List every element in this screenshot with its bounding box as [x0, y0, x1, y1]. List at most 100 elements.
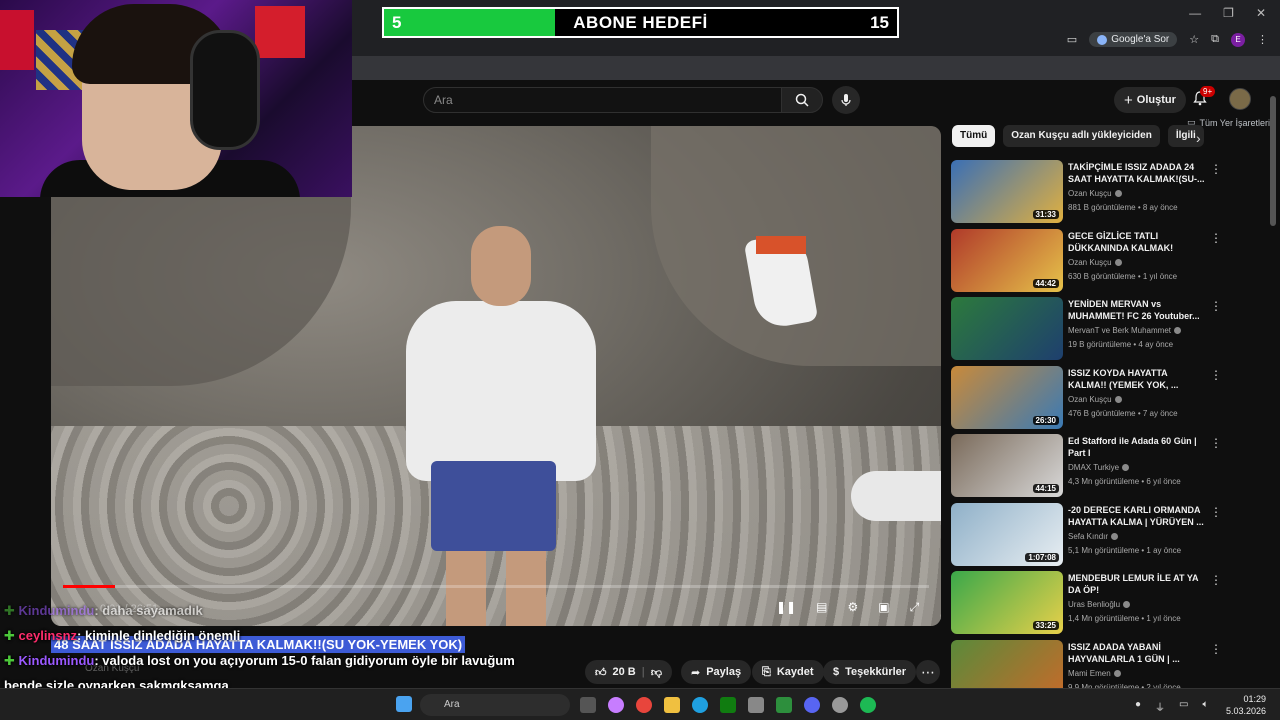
bookmark-star-icon[interactable]: ☆ — [1189, 33, 1199, 46]
recommended-channel[interactable]: Sefa Kındır — [1068, 532, 1119, 541]
cast-icon[interactable]: ▭ — [1067, 33, 1077, 46]
video-duration: 44:15 — [1032, 484, 1059, 493]
video-thumbnail[interactable]: 33:25 — [951, 571, 1063, 634]
recommended-channel[interactable]: Mami Emen — [1068, 669, 1121, 678]
omnibox-actions: ▭ Google'a Sor ☆ ⧉ E ⋮ — [1067, 32, 1268, 47]
recommended-title[interactable]: -20 DERECE KARLI ORMANDA HAYATTA KALMA |… — [1068, 504, 1208, 528]
more-options-icon[interactable]: ⋮ — [1210, 642, 1222, 656]
recommended-video[interactable]: 44:15 Ed Stafford ile Adada 60 Gün | Par… — [951, 434, 1222, 503]
xbox-icon[interactable] — [720, 697, 736, 713]
minimize-button[interactable]: — — [1189, 6, 1201, 20]
recommended-channel[interactable]: DMAX Turkiye — [1068, 463, 1130, 472]
like-dislike-group: 👍︎ 20 B | 👎︎ — [585, 660, 672, 684]
recommended-title[interactable]: YENİDEN MERVAN vs MUHAMMET! FC 26 Youtub… — [1068, 298, 1208, 322]
recommended-title[interactable]: MENDEBUR LEMUR İLE AT YA DA ÖP! — [1068, 572, 1208, 596]
steam-icon[interactable] — [832, 697, 848, 713]
browser-menu-icon[interactable]: ⋮ — [1257, 33, 1268, 46]
search-button[interactable] — [781, 87, 823, 113]
chat-message: ✚ ceylinsnz: kiminle dinlediğin önemli — [4, 628, 240, 644]
chat-username[interactable]: ceylinsnz — [19, 628, 78, 643]
maximize-button[interactable]: ❐ — [1223, 6, 1234, 20]
video-player[interactable] — [51, 126, 941, 626]
recommended-channel[interactable]: Uras Benlioğlu — [1068, 600, 1131, 609]
video-thumbnail[interactable]: 44:42 — [951, 228, 1063, 292]
more-options-icon[interactable]: ⋮ — [1210, 299, 1222, 313]
more-options-icon[interactable]: ⋮ — [1210, 162, 1222, 176]
usb-icon[interactable]: ⏚ — [1155, 699, 1165, 714]
chat-text: : kiminle dinlediğin önemli — [77, 628, 241, 643]
ask-google-button[interactable]: Google'a Sor — [1089, 32, 1178, 47]
more-options-icon[interactable]: ⋮ — [1210, 505, 1222, 519]
search-input[interactable]: Ara — [423, 87, 782, 113]
voice-search-button[interactable] — [832, 86, 860, 114]
video-thumbnail[interactable] — [951, 297, 1063, 360]
copilot-icon[interactable] — [608, 697, 624, 713]
miniplayer-icon[interactable]: ▣ — [878, 600, 889, 615]
create-button[interactable]: + Oluştur — [1114, 87, 1186, 113]
notifications-button[interactable]: 9+ — [1192, 86, 1216, 111]
recommended-title[interactable]: ISSIZ KOYDA HAYATTA KALMA!! (YEMEK YOK, … — [1068, 367, 1208, 391]
chrome-icon[interactable] — [636, 697, 652, 713]
chip-all[interactable]: Tümü — [952, 125, 996, 147]
chevron-right-icon[interactable]: › — [1196, 130, 1201, 146]
volume-icon[interactable]: 🔈︎ — [1203, 699, 1209, 714]
dislike-button[interactable]: 👎︎ — [651, 666, 662, 679]
more-options-icon[interactable]: ⋮ — [1210, 573, 1222, 587]
more-options-icon[interactable]: ⋮ — [1210, 436, 1222, 450]
thanks-button[interactable]: $ Teşekkürler — [823, 660, 917, 684]
verified-icon — [1123, 601, 1131, 609]
chat-username[interactable]: Kindumindu — [19, 653, 95, 668]
video-progress-bar[interactable] — [63, 585, 929, 588]
extensions-icon[interactable]: ⧉ — [1211, 33, 1219, 46]
profile-avatar[interactable]: E — [1231, 32, 1245, 47]
store-icon[interactable] — [748, 697, 764, 713]
recommended-video[interactable]: 1:07:08 -20 DERECE KARLI ORMANDA HAYATTA… — [951, 502, 1222, 572]
recommended-video[interactable]: 31:33 TAKİPÇİMLE ISSIZ ADADA 24 SAAT HAY… — [951, 160, 1222, 229]
video-thumbnail[interactable]: 31:33 — [951, 160, 1063, 223]
recommended-video[interactable]: 26:30 ISSIZ KOYDA HAYATTA KALMA!! (YEMEK… — [951, 365, 1222, 435]
fullscreen-icon[interactable]: ⤢ — [910, 600, 920, 615]
more-options-icon[interactable]: ⋮ — [1210, 231, 1222, 245]
network-icon[interactable]: ▭ — [1179, 699, 1188, 714]
pause-icon[interactable]: ❚❚ — [776, 600, 796, 615]
video-thumbnail[interactable]: 1:07:08 — [951, 502, 1063, 566]
recommended-channel[interactable]: Ozan Kuşçu — [1068, 189, 1122, 198]
recommended-video[interactable]: YENİDEN MERVAN vs MUHAMMET! FC 26 Youtub… — [951, 297, 1222, 366]
taskbar-search-input[interactable]: Ara — [420, 694, 570, 716]
save-button[interactable]: ⎘ Kaydet — [752, 660, 824, 684]
recommended-title[interactable]: ISSIZ ADADA YABANİ HAYVANLARLA 1 GÜN | .… — [1068, 641, 1208, 665]
thanks-label: Teşekkürler — [845, 666, 907, 678]
discord-icon[interactable] — [804, 697, 820, 713]
recommended-channel[interactable]: Ozan Kuşçu — [1068, 395, 1122, 404]
save-icon: ⎘ — [762, 665, 771, 678]
windows-start-icon[interactable] — [396, 696, 412, 712]
spotify-icon[interactable] — [860, 697, 876, 713]
share-button[interactable]: ➦ Paylaş — [681, 660, 752, 684]
scrollbar-thumb[interactable] — [1270, 96, 1276, 226]
recommended-video[interactable]: 44:42 GECE GİZLİCE TATLI DÜKKANINDA KALM… — [951, 228, 1222, 298]
edge-icon[interactable] — [692, 697, 708, 713]
chat-username[interactable]: Kindumindu — [19, 603, 95, 618]
video-thumbnail[interactable]: 44:15 — [951, 434, 1063, 497]
tray-app-icon[interactable]: ● — [1135, 699, 1141, 714]
recommended-title[interactable]: GECE GİZLİCE TATLI DÜKKANINDA KALMAK! — [1068, 230, 1208, 254]
more-actions-button[interactable]: ⋯ — [916, 660, 940, 684]
file-explorer-icon[interactable] — [664, 697, 680, 713]
subtitles-icon[interactable]: ▤ — [816, 600, 827, 615]
task-view-icon[interactable] — [580, 697, 596, 713]
recommended-channel[interactable]: MervanT ve Berk Muhammet — [1068, 326, 1181, 335]
recommended-title[interactable]: Ed Stafford ile Adada 60 Gün | Part I — [1068, 435, 1208, 459]
clock[interactable]: 01:29 5.03.2026 — [1226, 693, 1266, 717]
game-launcher-icon[interactable] — [776, 697, 792, 713]
recommended-channel[interactable]: Ozan Kuşçu — [1068, 258, 1122, 267]
recommended-title[interactable]: TAKİPÇİMLE ISSIZ ADADA 24 SAAT HAYATTA K… — [1068, 161, 1208, 185]
recommended-video[interactable]: 33:25 MENDEBUR LEMUR İLE AT YA DA ÖP! Ur… — [951, 571, 1222, 640]
close-button[interactable]: ✕ — [1256, 6, 1266, 20]
user-avatar[interactable] — [1229, 88, 1251, 110]
settings-icon[interactable]: ⚙ — [847, 600, 858, 615]
more-options-icon[interactable]: ⋮ — [1210, 368, 1222, 382]
video-thumbnail[interactable]: 26:30 — [951, 365, 1063, 429]
page-scrollbar[interactable] — [1270, 90, 1276, 688]
like-button[interactable]: 👍︎ 20 B — [595, 666, 636, 679]
chip-from-uploader[interactable]: Ozan Kuşçu adlı yükleyiciden — [1003, 125, 1160, 147]
